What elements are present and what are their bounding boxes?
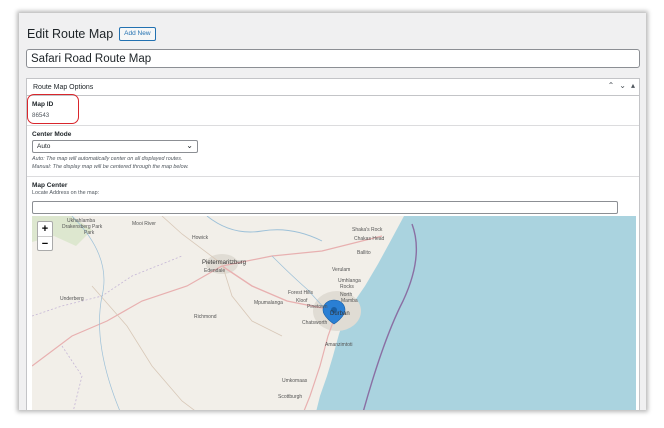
route-map-options-box: Route Map Options ⌃ ⌄ ▴ Map ID 86543 Cen…: [26, 78, 640, 410]
chevron-down-icon: ⌄: [186, 141, 193, 150]
highlight-annotation: [27, 94, 79, 124]
map-id-label: Map ID: [32, 101, 54, 108]
zoom-in-button[interactable]: +: [38, 222, 52, 236]
map-canvas[interactable]: Ukhahlamba Drakensberg Park Park Mooi Ri…: [32, 216, 636, 410]
move-down-icon[interactable]: ⌄: [619, 81, 626, 90]
place-label: Edendale: [204, 268, 225, 274]
place-label: Underberg: [60, 296, 84, 302]
center-mode-section: Center Mode Auto ⌄ Auto: The map will au…: [27, 126, 639, 177]
zoom-out-button[interactable]: −: [38, 236, 52, 250]
route-title-input[interactable]: Safari Road Route Map: [26, 49, 640, 68]
place-label: Chakas Head: [354, 236, 385, 242]
locate-address-input[interactable]: [32, 200, 618, 214]
place-label: Ballito: [357, 250, 371, 256]
place-label: Pinetown: [307, 304, 328, 310]
place-label: Mamba: [341, 298, 358, 304]
toggle-panel-icon[interactable]: ▴: [631, 81, 635, 90]
place-label: Umkomaas: [282, 378, 308, 384]
place-label: Mpumalanga: [254, 300, 283, 306]
place-label: Howick: [192, 235, 209, 241]
map-id-section: Map ID 86543: [27, 94, 639, 126]
center-mode-label: Center Mode: [32, 131, 72, 138]
place-label: Drakensberg Park: [62, 224, 103, 230]
place-label: Shaka's Rock: [352, 227, 383, 233]
place-label: Scottburgh: [278, 394, 302, 400]
locate-address-label: Locate Address on the map:: [32, 190, 100, 196]
place-label: Mooi River: [132, 221, 156, 227]
place-label: Pietermaritzburg: [202, 260, 246, 266]
screenshot-frame: Edit Route Map Add New Safari Road Route…: [19, 13, 646, 410]
place-label: Forest Hills: [288, 290, 314, 296]
place-label: Kloof: [296, 298, 308, 304]
center-mode-desc-manual: Manual: The display map will be centered…: [32, 163, 189, 170]
map-id-value: 86543: [32, 112, 50, 119]
postbox-header[interactable]: Route Map Options ⌃ ⌄ ▴: [27, 79, 639, 96]
place-label: Park: [84, 230, 95, 236]
title-row: Edit Route Map Add New: [27, 27, 156, 41]
map-center-label: Map Center: [32, 182, 68, 189]
center-mode-desc-auto: Auto: The map will automatically center …: [32, 156, 183, 162]
place-label: Rocks: [340, 284, 354, 290]
zoom-control: + −: [37, 221, 53, 251]
page-title: Edit Route Map: [27, 27, 114, 41]
place-label: Richmond: [194, 314, 217, 320]
center-mode-selected: Auto: [37, 143, 51, 150]
place-label: Chatsworth: [302, 320, 328, 326]
add-new-button[interactable]: Add New: [119, 27, 156, 41]
move-up-icon[interactable]: ⌃: [608, 81, 615, 90]
postbox-handles: ⌃ ⌄ ▴: [608, 81, 635, 90]
place-label: Verulam: [332, 267, 350, 273]
center-mode-select[interactable]: Auto ⌄: [32, 140, 198, 153]
place-label: Amanzimtoti: [325, 342, 353, 348]
place-label: Durban: [330, 311, 350, 317]
map-view[interactable]: Ukhahlamba Drakensberg Park Park Mooi Ri…: [32, 216, 636, 410]
postbox-title: Route Map Options: [33, 83, 94, 91]
